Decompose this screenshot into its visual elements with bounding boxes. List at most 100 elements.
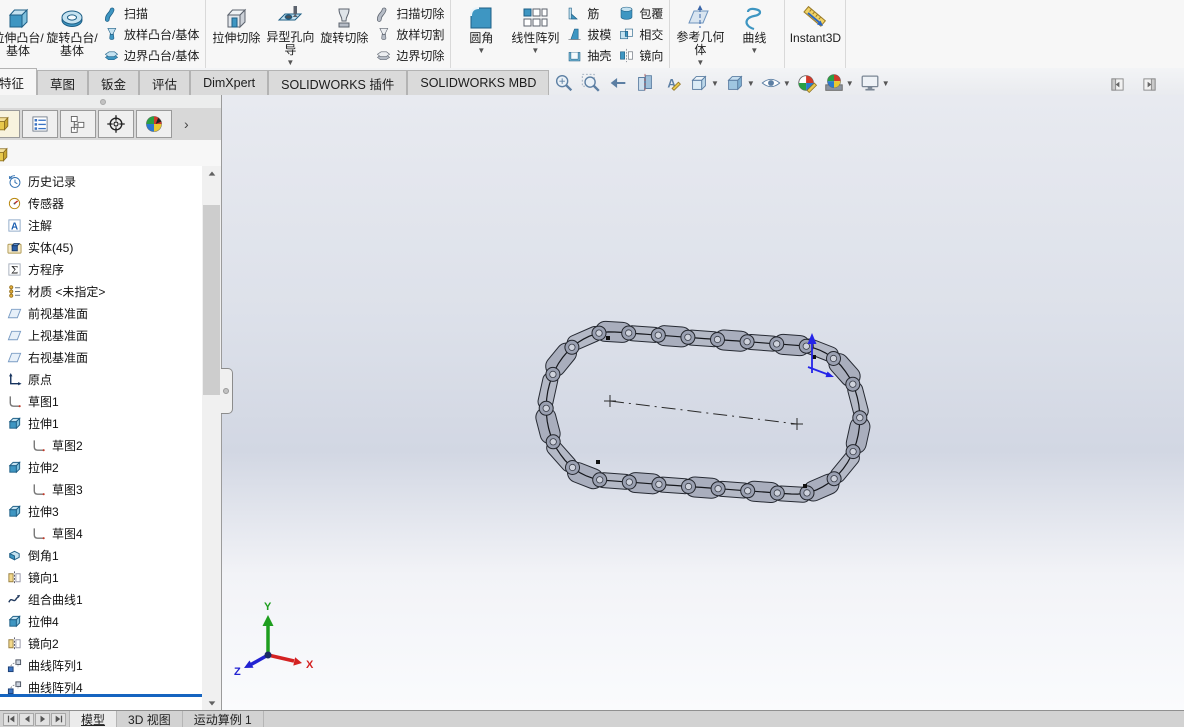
headsup-view-orientation-button[interactable]: ▼ — [687, 72, 720, 94]
ribbon-button-hole-wizard[interactable]: 异型孔向导 ▼ — [263, 1, 317, 67]
command-tab-3[interactable]: 评估 — [139, 70, 191, 95]
ribbon-button-linear-pattern[interactable]: 线性阵列 ▼ — [508, 1, 562, 67]
roller-chain-model[interactable] — [534, 320, 872, 504]
fm-tabs-expand-chevron[interactable]: › — [184, 116, 189, 132]
dropdown-arrow-icon[interactable]: ▼ — [750, 46, 758, 55]
command-tab-1[interactable]: 草图 — [37, 70, 89, 95]
ribbon-button-shell[interactable]: 抽壳 — [563, 45, 614, 66]
tree-item[interactable]: 草图1 — [0, 390, 202, 412]
headsup-previous-view-button[interactable] — [606, 72, 630, 94]
ribbon-button-curves[interactable]: 曲线 ▼ — [727, 1, 781, 67]
collapse-left-pane-button[interactable] — [1110, 77, 1125, 92]
ribbon-button-instant3d[interactable]: Instant3D — [788, 1, 842, 67]
ribbon-button-draft[interactable]: 拔模 — [563, 24, 614, 45]
ribbon-button-sweep-cut[interactable]: 扫描切除 — [372, 3, 447, 24]
chain-model-canvas[interactable]: Y X Z — [222, 95, 1184, 710]
tree-item[interactable]: 材质 <未指定> — [0, 280, 202, 302]
rollback-bar[interactable] — [0, 694, 202, 697]
command-tab-2[interactable]: 钣金 — [88, 70, 140, 95]
dropdown-arrow-icon[interactable]: ▼ — [531, 46, 539, 55]
ribbon-button-revolve-cut[interactable]: 旋转切除 — [317, 1, 371, 67]
command-tab-4[interactable]: DimXpert — [190, 70, 269, 95]
part-name-row[interactable] — [0, 140, 221, 167]
fm-tab-dimxpert-manager[interactable] — [98, 110, 134, 138]
fm-tab-configuration-manager[interactable] — [60, 110, 96, 138]
document-tab-2[interactable]: 运动算例 1 — [183, 711, 264, 727]
headsup-display-style-button[interactable]: ▼ — [723, 72, 756, 94]
headsup-zoom-to-fit-button[interactable] — [552, 72, 576, 94]
tree-item[interactable]: 草图2 — [0, 434, 202, 456]
ribbon-button-loft[interactable]: 放样凸台/基体 — [100, 24, 202, 45]
headsup-apply-scene-button[interactable]: ▼ — [822, 72, 855, 94]
dropdown-arrow-icon[interactable]: ▼ — [696, 58, 704, 67]
ribbon-button-sweep[interactable]: 扫描 — [100, 3, 202, 24]
command-tab-5[interactable]: SOLIDWORKS 插件 — [268, 70, 408, 95]
tree-item[interactable]: 实体(45) — [0, 236, 202, 258]
tree-item[interactable]: 原点 — [0, 368, 202, 390]
dropdown-arrow-icon[interactable]: ▼ — [711, 79, 719, 88]
ribbon-button-extrude-boss[interactable]: 拉伸凸台/基体 — [0, 1, 45, 67]
headsup-section-view-button[interactable] — [633, 72, 657, 94]
dropdown-arrow-icon[interactable]: ▼ — [846, 79, 854, 88]
ribbon-button-boundary-cut[interactable]: 边界切除 — [372, 45, 447, 66]
fm-tab-display-manager[interactable] — [136, 110, 172, 138]
headsup-view-settings-button[interactable]: ▼ — [858, 72, 891, 94]
dropdown-arrow-icon[interactable]: ▼ — [286, 58, 294, 67]
scrollbar-thumb[interactable] — [203, 205, 220, 395]
tree-item[interactable]: 倒角1 — [0, 544, 202, 566]
command-tab-6[interactable]: SOLIDWORKS MBD — [407, 70, 550, 95]
ribbon-button-revolve-boss[interactable]: 旋转凸台/基体 — [45, 1, 99, 67]
next-tab-button[interactable] — [35, 712, 50, 726]
tree-item[interactable]: 拉伸4 — [0, 610, 202, 632]
tree-item[interactable]: 历史记录 — [0, 170, 202, 192]
tree-item[interactable]: 曲线阵列1 — [0, 654, 202, 676]
ribbon-button-rib[interactable]: 筋 — [563, 3, 614, 24]
tree-item[interactable]: 拉伸3 — [0, 500, 202, 522]
ribbon-button-loft-cut[interactable]: 放样切割 — [372, 24, 447, 45]
headsup-hide-show-items-button[interactable]: ▼ — [759, 72, 792, 94]
ribbon-button-intersect[interactable]: 相交 — [615, 24, 666, 45]
tree-item[interactable]: 草图4 — [0, 522, 202, 544]
dropdown-arrow-icon[interactable]: ▼ — [882, 79, 890, 88]
headsup-zoom-to-area-button[interactable] — [579, 72, 603, 94]
dropdown-arrow-icon[interactable]: ▼ — [783, 79, 791, 88]
tree-item[interactable]: A 注解 — [0, 214, 202, 236]
ribbon-button-boundary[interactable]: 边界凸台/基体 — [100, 45, 202, 66]
command-tab-features[interactable]: 特征 — [0, 68, 38, 95]
tree-item[interactable]: 镜向1 — [0, 566, 202, 588]
headsup-annotation-visibility-button[interactable]: A — [660, 72, 684, 94]
scroll-up-button[interactable] — [203, 166, 220, 181]
scroll-down-button[interactable] — [203, 695, 220, 710]
previous-tab-button[interactable] — [19, 712, 34, 726]
collapse-right-pane-button[interactable] — [1142, 77, 1157, 92]
tree-item[interactable]: 镜向2 — [0, 632, 202, 654]
fm-tab-featuremanager-design-tree[interactable] — [0, 110, 20, 138]
ribbon-button-mirror-feature[interactable]: 镜向 — [615, 45, 666, 66]
dropdown-arrow-icon[interactable]: ▼ — [747, 79, 755, 88]
dropdown-arrow-icon[interactable]: ▼ — [477, 46, 485, 55]
graphics-viewport[interactable]: Y X Z — [222, 95, 1184, 710]
ribbon-button-extrude-cut[interactable]: 拉伸切除 — [209, 1, 263, 67]
tree-item[interactable]: 传感器 — [0, 192, 202, 214]
tree-item[interactable]: 草图3 — [0, 478, 202, 500]
panel-top-grip[interactable] — [0, 95, 221, 109]
headsup-edit-appearance-button[interactable] — [795, 72, 819, 94]
tree-item[interactable]: 拉伸2 — [0, 456, 202, 478]
first-tab-button[interactable] — [3, 712, 18, 726]
tree-item[interactable]: Σ 方程序 — [0, 258, 202, 280]
ribbon-button-fillet[interactable]: 圆角 ▼ — [454, 1, 508, 67]
last-tab-button[interactable] — [51, 712, 66, 726]
fm-tab-property-manager[interactable] — [22, 110, 58, 138]
tree-item[interactable]: 拉伸1 — [0, 412, 202, 434]
tree-item[interactable]: 上视基准面 — [0, 324, 202, 346]
tree-item[interactable]: 前视基准面 — [0, 302, 202, 324]
tree-item[interactable]: 组合曲线1 — [0, 588, 202, 610]
panel-splitter-grip[interactable] — [221, 368, 233, 414]
tree-item[interactable]: 右视基准面 — [0, 346, 202, 368]
document-tab-0[interactable]: 模型 — [69, 711, 118, 727]
ribbon-button-wrap[interactable]: 包覆 — [615, 3, 666, 24]
ribbon-button-reference-geometry[interactable]: 参考几何体 ▼ — [673, 1, 727, 67]
sensors-icon — [7, 196, 22, 211]
tree-scrollbar[interactable] — [202, 166, 221, 710]
document-tab-1[interactable]: 3D 视图 — [117, 711, 183, 727]
